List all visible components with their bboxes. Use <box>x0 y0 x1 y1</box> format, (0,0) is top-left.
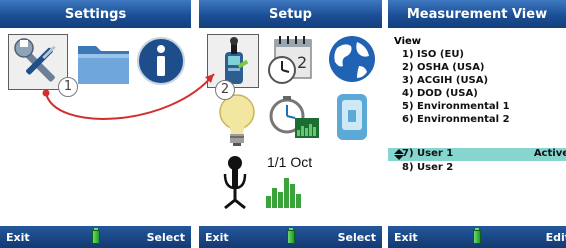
setup-title: Setup <box>269 6 312 22</box>
exit-softkey[interactable]: Exit <box>205 231 229 244</box>
view-item-environmental-1[interactable]: 5) Environmental 1 <box>402 101 510 112</box>
setup-softkey-bar: Exit Select <box>199 226 382 248</box>
measurement-view-title: Measurement View <box>406 6 548 22</box>
timer-chart-icon[interactable] <box>269 94 321 142</box>
info-icon[interactable] <box>136 36 186 86</box>
view-item-user-2[interactable]: 8) User 2 <box>402 162 453 173</box>
exit-softkey[interactable]: Exit <box>394 231 418 244</box>
active-status: Active <box>533 148 566 159</box>
view-heading: View <box>394 36 422 47</box>
octave-label: 1/1 Oct <box>267 154 313 170</box>
select-softkey[interactable]: Select <box>338 231 376 244</box>
view-item-dod[interactable]: 4) DOD (USA) <box>402 88 478 99</box>
octave-bars-icon[interactable] <box>265 174 303 208</box>
view-item-osha[interactable]: 2) OSHA (USA) <box>402 62 485 73</box>
microphone-icon[interactable] <box>217 154 253 210</box>
battery-icon <box>286 228 295 244</box>
select-softkey[interactable]: Select <box>147 231 185 244</box>
tools-icon[interactable] <box>12 38 64 86</box>
battery-icon <box>91 228 100 244</box>
measurement-view-screen: Measurement View View 1) ISO (EU) 2) OSH… <box>388 0 566 248</box>
settings-screen: Settings 1 Exit Select <box>0 0 191 248</box>
battery-icon <box>473 228 481 244</box>
view-item-user-1[interactable]: 7) User 1 <box>402 148 453 159</box>
settings-title: Settings <box>64 6 127 22</box>
step-2-marker: 2 <box>215 80 235 100</box>
measurement-view-title-bar: Measurement View <box>388 0 566 28</box>
exit-softkey[interactable]: Exit <box>6 231 30 244</box>
folder-icon[interactable] <box>76 38 132 86</box>
light-bulb-icon[interactable] <box>217 92 257 148</box>
globe-icon[interactable] <box>327 34 377 84</box>
settings-softkey-bar: Exit Select <box>0 226 191 248</box>
edit-softkey[interactable]: Edit <box>546 231 566 244</box>
setup-screen: Setup 2 2 Exit Select <box>199 0 382 248</box>
setup-title-bar: Setup <box>199 0 382 28</box>
measurement-view-softkey-bar: Exit Edit <box>388 226 566 248</box>
calendar-clock-icon[interactable]: 2 <box>265 34 315 86</box>
view-item-acgih[interactable]: 3) ACGIH (USA) <box>402 75 488 86</box>
settings-title-bar: Settings <box>0 0 191 28</box>
step-1-marker: 1 <box>58 77 78 97</box>
device-icon[interactable] <box>335 92 369 142</box>
view-item-iso[interactable]: 1) ISO (EU) <box>402 49 464 60</box>
view-item-environmental-2[interactable]: 6) Environmental 2 <box>402 114 510 125</box>
svg-text:2: 2 <box>297 53 307 72</box>
